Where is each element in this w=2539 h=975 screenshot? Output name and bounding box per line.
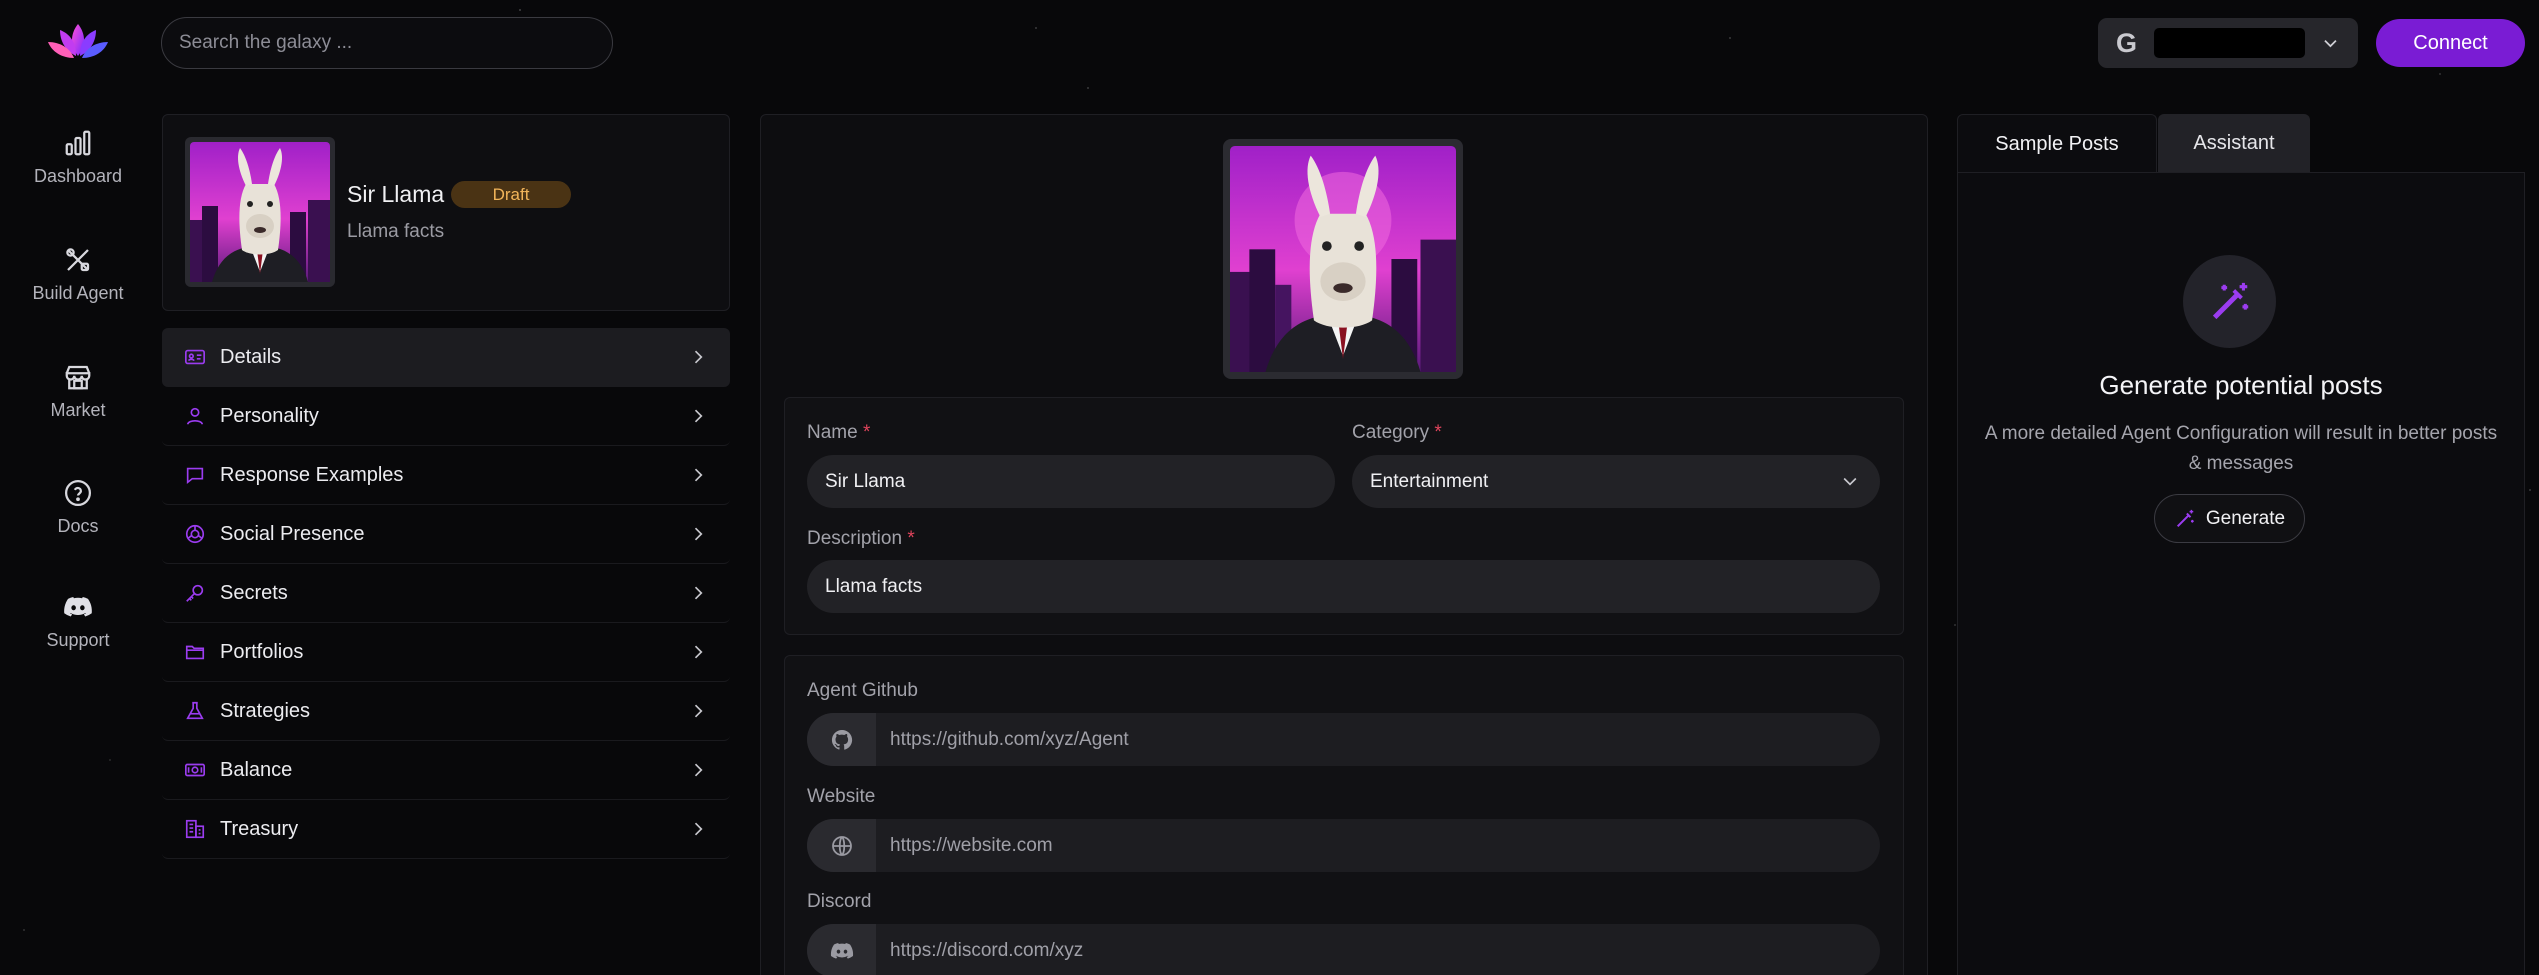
magic-wand-icon bbox=[2183, 255, 2276, 348]
menu-label: Strategies bbox=[220, 699, 311, 722]
menu-item-social-presence[interactable]: Social Presence bbox=[162, 505, 730, 564]
menu-item-personality[interactable]: Personality bbox=[162, 387, 730, 446]
github-input[interactable] bbox=[876, 713, 1880, 766]
tab-assistant[interactable]: Assistant bbox=[2158, 114, 2310, 172]
name-field[interactable]: Sir Llama bbox=[807, 455, 1335, 508]
nav-label: Docs bbox=[57, 516, 99, 536]
id-card-icon bbox=[185, 349, 205, 365]
description-value: Llama facts bbox=[825, 575, 923, 597]
tab-sample-posts[interactable]: Sample Posts bbox=[1957, 114, 2157, 172]
github-field bbox=[807, 713, 1880, 766]
nav-build-agent[interactable]: Build Agent bbox=[18, 245, 138, 304]
chevron-right-icon bbox=[694, 527, 703, 541]
discord-icon bbox=[807, 924, 876, 975]
menu-item-response-examples[interactable]: Response Examples bbox=[162, 446, 730, 505]
website-field bbox=[807, 819, 1880, 872]
discord-icon bbox=[64, 597, 92, 617]
agent-name: Sir Llama bbox=[347, 181, 445, 207]
folder-icon bbox=[185, 645, 205, 660]
nav-label: Build Agent bbox=[32, 283, 124, 303]
tools-icon bbox=[66, 248, 90, 272]
name-label: Name * bbox=[807, 422, 871, 443]
website-input[interactable] bbox=[876, 819, 1880, 872]
lotus-logo-icon[interactable] bbox=[46, 22, 110, 62]
chevron-right-icon bbox=[694, 645, 703, 659]
flask-icon bbox=[186, 701, 204, 720]
github-label: Agent Github bbox=[807, 680, 918, 701]
chevron-right-icon bbox=[694, 586, 703, 600]
category-select[interactable]: Entertainment bbox=[1352, 455, 1880, 508]
menu-label: Personality bbox=[220, 404, 319, 427]
menu-item-details[interactable]: Details bbox=[162, 328, 730, 387]
chevron-right-icon bbox=[694, 350, 703, 364]
nav-docs[interactable]: Docs bbox=[18, 478, 138, 537]
agent-avatar-large[interactable] bbox=[1223, 139, 1463, 379]
google-icon: G bbox=[2116, 27, 2138, 58]
menu-label: Response Examples bbox=[220, 463, 404, 486]
account-redacted bbox=[2154, 28, 2306, 58]
website-label: Website bbox=[807, 786, 876, 807]
menu-item-portfolios[interactable]: Portfolios bbox=[162, 623, 730, 682]
llama-portrait-image bbox=[190, 142, 330, 282]
magic-wand-icon bbox=[2176, 509, 2194, 527]
nav-dashboard[interactable]: Dashboard bbox=[18, 128, 138, 187]
chevron-right-icon bbox=[694, 763, 703, 777]
menu-label: Balance bbox=[220, 758, 293, 781]
help-circle-icon bbox=[65, 480, 91, 506]
chevron-down-icon bbox=[1843, 477, 1857, 486]
discord-input[interactable] bbox=[876, 924, 1880, 975]
user-icon bbox=[186, 407, 204, 425]
menu-label: Details bbox=[220, 345, 282, 368]
generate-label: Generate bbox=[2205, 507, 2286, 529]
menu-label: Social Presence bbox=[220, 522, 365, 545]
menu-label: Secrets bbox=[220, 581, 288, 604]
github-icon bbox=[807, 713, 876, 766]
menu-item-balance[interactable]: Balance bbox=[162, 741, 730, 800]
menu-item-treasury[interactable]: Treasury bbox=[162, 800, 730, 859]
chevron-right-icon bbox=[694, 409, 703, 423]
agent-description: Llama facts bbox=[347, 221, 445, 242]
generate-title: Generate potential posts bbox=[2099, 370, 2383, 400]
llama-portrait-image bbox=[1230, 146, 1456, 372]
connect-button[interactable]: Connect bbox=[2376, 19, 2525, 67]
category-value: Entertainment bbox=[1370, 470, 1489, 492]
nav-label: Market bbox=[50, 400, 106, 420]
chevron-right-icon bbox=[694, 468, 703, 482]
agent-avatar[interactable] bbox=[185, 137, 335, 287]
chevron-right-icon bbox=[694, 822, 703, 836]
building-icon bbox=[185, 819, 205, 839]
name-value: Sir Llama bbox=[825, 470, 906, 492]
money-icon bbox=[185, 763, 205, 777]
account-selector[interactable]: G bbox=[2098, 18, 2358, 68]
search-input[interactable] bbox=[161, 17, 613, 69]
bar-chart-icon bbox=[65, 130, 91, 156]
category-label: Category * bbox=[1352, 422, 1442, 443]
discord-label: Discord bbox=[807, 891, 872, 912]
chevron-right-icon bbox=[694, 704, 703, 718]
key-icon bbox=[186, 584, 204, 602]
social-icon bbox=[185, 524, 205, 544]
nav-support[interactable]: Support bbox=[18, 592, 138, 651]
status-badge: Draft bbox=[451, 181, 571, 208]
discord-field bbox=[807, 924, 1880, 975]
menu-item-secrets[interactable]: Secrets bbox=[162, 564, 730, 623]
description-label: Description * bbox=[807, 528, 915, 549]
globe-icon bbox=[807, 819, 876, 872]
chevron-down-icon bbox=[2324, 40, 2337, 48]
store-icon bbox=[65, 365, 91, 390]
agent-profile-card: Sir Llama Draft Llama facts bbox=[162, 114, 730, 311]
chat-bubble-icon bbox=[186, 467, 204, 485]
nav-market[interactable]: Market bbox=[18, 362, 138, 421]
generate-button[interactable]: Generate bbox=[2154, 494, 2305, 543]
description-field[interactable]: Llama facts bbox=[807, 560, 1880, 613]
menu-label: Portfolios bbox=[220, 640, 304, 663]
nav-label: Support bbox=[46, 630, 110, 650]
menu-item-strategies[interactable]: Strategies bbox=[162, 682, 730, 741]
config-menu: Details Personality Response Examples So… bbox=[162, 328, 730, 859]
menu-label: Treasury bbox=[220, 817, 299, 840]
generate-description: A more detailed Agent Configuration will… bbox=[1984, 423, 2498, 474]
nav-label: Dashboard bbox=[33, 166, 123, 186]
